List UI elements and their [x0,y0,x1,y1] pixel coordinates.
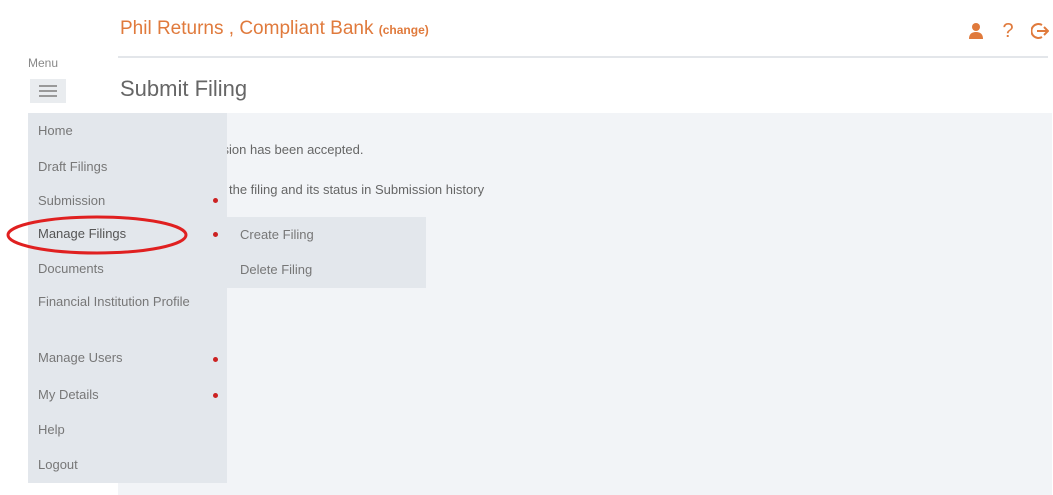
history-message: w the filing and its status in Submissio… [216,182,485,197]
sidebar-item-manage-filings[interactable]: Manage Filings [38,222,126,245]
user-icon[interactable] [967,20,985,42]
submenu-indicator [213,357,218,362]
logout-icon[interactable] [1031,20,1049,42]
institution-name: Phil Returns , Compliant Bank [120,18,374,39]
submenu-indicator [213,232,218,237]
change-link[interactable]: (change) [379,23,429,37]
manage-filings-submenu: Create Filing Delete Filing [227,217,426,288]
header-title: Phil Returns , Compliant Bank (change) [120,18,429,40]
sidebar-item-help[interactable]: Help [38,418,65,441]
submenu-item-delete-filing[interactable]: Delete Filing [240,260,312,280]
sidebar-item-home[interactable]: Home [38,119,73,142]
submenu-indicator [213,393,218,398]
content-panel [118,113,1052,495]
help-icon[interactable]: ? [999,20,1017,42]
header-icons: ? [967,20,1049,42]
header-divider [118,56,1048,58]
sidebar-item-my-details[interactable]: My Details [38,383,99,406]
sidebar-menu: Home Draft Filings Submission Manage Fil… [28,113,227,483]
sidebar-item-submission[interactable]: Submission [38,189,105,212]
submenu-indicator [213,198,218,203]
page-title: Submit Filing [120,76,248,101]
sidebar-item-manage-users[interactable]: Manage Users [38,346,123,369]
sidebar-item-documents[interactable]: Documents [38,257,104,280]
menu-label: Menu [28,56,59,70]
sidebar-item-financial-institution-profile[interactable]: Financial Institution Profile [38,291,208,313]
hamburger-icon[interactable] [30,79,66,103]
sidebar-item-draft-filings[interactable]: Draft Filings [38,155,107,178]
acceptance-message: ssion has been accepted. [216,142,364,157]
sidebar-item-logout[interactable]: Logout [38,453,78,476]
submenu-item-create-filing[interactable]: Create Filing [240,225,314,245]
